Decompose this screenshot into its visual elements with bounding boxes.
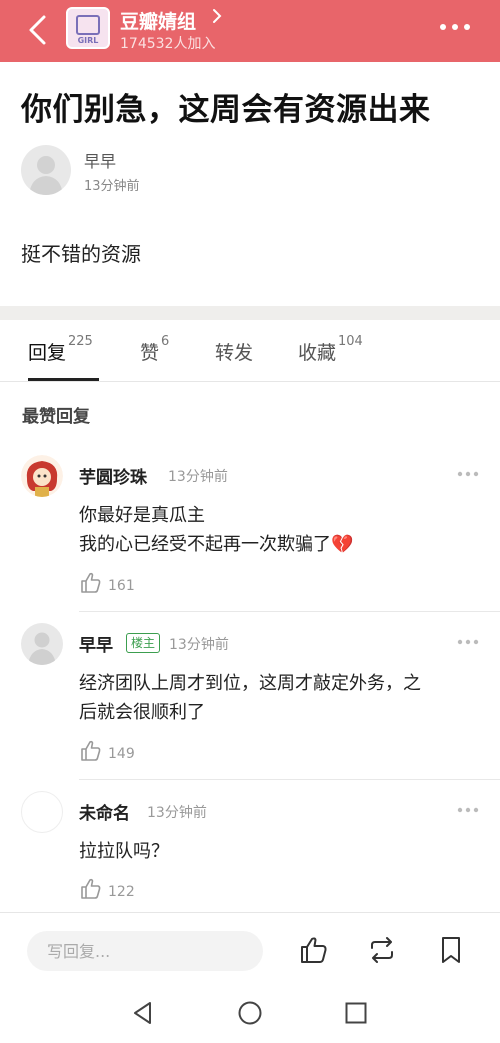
tab-label: 转发 (215, 342, 254, 364)
tab-count: 225 (68, 334, 93, 349)
like-count: 122 (108, 884, 135, 900)
tab-label: 赞 (140, 342, 160, 364)
like-count: 161 (108, 578, 135, 594)
default-avatar-icon (29, 156, 63, 195)
comment-avatar[interactable] (21, 623, 63, 665)
tab-label: 回复 (28, 342, 67, 364)
more-dots-icon[interactable] (457, 471, 479, 477)
more-dots-icon[interactable] (438, 20, 472, 34)
group-member-count: 174532人加入 (120, 36, 216, 52)
tab-reposts[interactable]: 转发 (215, 338, 253, 365)
comment-author[interactable]: 未命名 (79, 799, 130, 824)
post-time: 13分钟前 (84, 179, 140, 194)
comment-time: 13分钟前 (169, 637, 229, 653)
comment-line: 后就会很顺利了 (79, 702, 205, 723)
like-count: 149 (108, 746, 135, 762)
comment-text: 经济团队上周才到位，这周才敲定外务，之 后就会很顺利了 (79, 669, 484, 727)
comment-time: 13分钟前 (147, 805, 207, 821)
reply-input[interactable] (27, 931, 263, 971)
tab-collections[interactable]: 收藏104 (298, 334, 363, 365)
bottom-action-bar (0, 912, 500, 984)
thumbs-up-icon[interactable] (299, 935, 329, 965)
post-author-name[interactable]: 早早 (84, 148, 116, 172)
comment-line: 我的心已经受不起再一次欺骗了💔 (79, 534, 354, 555)
tab-label: 收藏 (298, 342, 337, 364)
thumbs-up-icon[interactable] (79, 739, 103, 763)
comment-time: 13分钟前 (168, 469, 228, 485)
nav-home-icon[interactable] (237, 1000, 263, 1026)
comment-line: 拉拉队吗？ (79, 841, 169, 862)
tab-count: 6 (161, 334, 170, 349)
nav-back-icon[interactable] (130, 1000, 156, 1026)
comment-author[interactable]: 早早 (79, 631, 113, 656)
section-title: 最赞回复 (22, 407, 90, 427)
post-body: 挺不错的资源 (21, 242, 141, 266)
comment-avatar[interactable] (21, 455, 63, 497)
comment-line: 你最好是真瓜主 (79, 505, 205, 526)
tab-bar: 回复225 赞6 转发 收藏104 (0, 320, 500, 382)
system-nav-bar (0, 984, 500, 1043)
comment-separator (79, 779, 500, 780)
logo-frame-icon (76, 15, 100, 35)
thumbs-up-icon[interactable] (79, 877, 103, 901)
top-header: GIRL 豆瓣婧组 174532人加入 (0, 0, 500, 62)
comment-text: 拉拉队吗？ (79, 837, 484, 866)
cartoon-girl-avatar-icon (21, 455, 63, 497)
comment-text: 你最好是真瓜主 我的心已经受不起再一次欺骗了💔 (79, 501, 484, 559)
thumbs-up-icon[interactable] (79, 571, 103, 595)
default-avatar-icon (28, 632, 56, 665)
nav-recents-icon[interactable] (343, 1000, 369, 1026)
more-dots-icon[interactable] (457, 807, 479, 813)
active-tab-indicator (28, 378, 99, 381)
post-title: 你们别急，这周会有资源出来 (21, 92, 431, 128)
comment-avatar[interactable] (21, 791, 63, 833)
logo-text: GIRL (77, 36, 99, 45)
more-dots-icon[interactable] (457, 639, 479, 645)
comment-separator (79, 611, 500, 612)
section-divider (0, 306, 500, 320)
op-badge: 楼主 (126, 633, 161, 653)
tab-likes[interactable]: 赞6 (140, 334, 169, 365)
tab-count: 104 (338, 334, 363, 349)
author-avatar[interactable] (21, 145, 71, 195)
comment-line: 经济团队上周才到位，这周才敲定外务，之 (79, 673, 421, 694)
tab-replies[interactable]: 回复225 (28, 334, 93, 365)
comment-author[interactable]: 芋圆珍珠 (79, 463, 147, 488)
bookmark-icon[interactable] (436, 935, 466, 965)
group-name[interactable]: 豆瓣婧组 (120, 7, 196, 34)
repost-icon[interactable] (367, 935, 397, 965)
chevron-right-icon[interactable] (210, 7, 224, 25)
group-logo[interactable]: GIRL (66, 7, 110, 49)
back-arrow-icon[interactable] (22, 12, 54, 48)
